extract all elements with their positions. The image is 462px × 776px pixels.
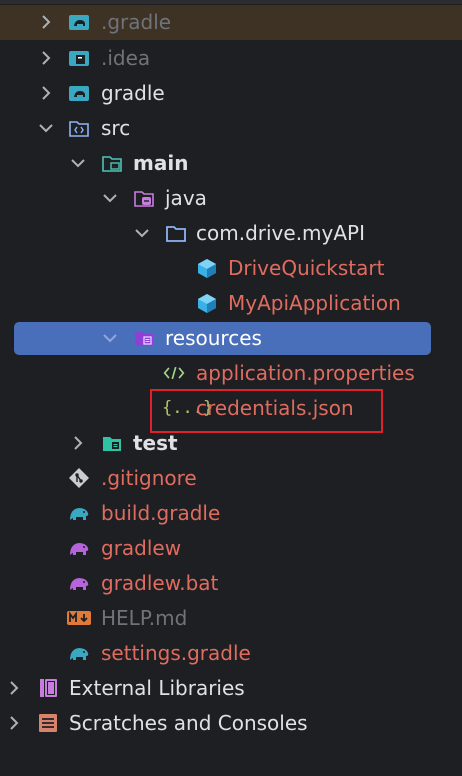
tree-label: src [101, 116, 131, 140]
tree-label: gradle [101, 81, 165, 105]
tree-item-build-gradle[interactable]: build.gradle [0, 496, 462, 531]
chevron-down-icon[interactable] [100, 328, 120, 348]
tree-item-scratches-and-consoles[interactable]: Scratches and Consoles [0, 706, 462, 741]
xml-tag-icon [163, 366, 185, 380]
java-class-icon [198, 294, 216, 313]
tree-item-src[interactable]: src [0, 111, 462, 146]
tree-label: .gitignore [101, 466, 197, 490]
tree-label: Scratches and Consoles [69, 711, 308, 735]
tree-label: application.properties [196, 361, 415, 385]
chevron-right-icon[interactable] [36, 83, 56, 103]
chevron-down-icon[interactable] [132, 223, 152, 243]
tree-item-gradle-dir[interactable]: .gradle [0, 5, 462, 40]
source-folder-icon [69, 121, 89, 137]
gradle-elephant-icon [70, 578, 89, 590]
tree-label: MyApiApplication [228, 291, 401, 315]
resources-folder-icon [135, 332, 153, 346]
tree-label: build.gradle [101, 501, 221, 525]
tree-item-java[interactable]: java [0, 181, 462, 216]
module-folder-icon [102, 156, 122, 172]
chevron-right-icon[interactable] [36, 48, 56, 68]
tree-item-main[interactable]: main [0, 146, 462, 181]
tree-item-package[interactable]: com.drive.myAPI [0, 216, 462, 251]
tree-label: gradlew.bat [101, 571, 219, 595]
java-class-icon [198, 259, 216, 278]
library-icon [40, 679, 57, 697]
tree-label: .idea [101, 46, 151, 70]
chevron-right-icon[interactable] [4, 678, 24, 698]
tree-item-resources[interactable]: resources [0, 321, 462, 356]
tree-item-drive-quickstart[interactable]: DriveQuickstart [0, 251, 462, 286]
tree-item-application-properties[interactable]: application.properties [0, 356, 462, 391]
tree-item-external-libraries[interactable]: External Libraries [0, 671, 462, 706]
chevron-right-icon[interactable] [68, 433, 88, 453]
tree-label: gradlew [101, 536, 182, 560]
tree-item-idea-dir[interactable]: .idea [0, 41, 462, 76]
tree-item-help-md[interactable]: HELP.md [0, 601, 462, 636]
tree-item-test[interactable]: test [0, 426, 462, 461]
tree-label: DriveQuickstart [228, 256, 385, 280]
tree-label: main [133, 151, 189, 175]
tree-label: .gradle [101, 10, 172, 34]
tree-label: External Libraries [69, 676, 245, 700]
markdown-icon [67, 611, 91, 625]
gradle-elephant-icon [70, 543, 89, 555]
tree-label: test [133, 431, 178, 455]
gradle-folder-icon [69, 15, 89, 30]
gradle-folder-icon [69, 86, 89, 101]
tree-label: settings.gradle [101, 641, 251, 665]
tree-label: HELP.md [101, 606, 188, 630]
tree-label: com.drive.myAPI [196, 221, 366, 245]
package-folder-icon [166, 226, 186, 242]
chevron-right-icon[interactable] [36, 12, 56, 32]
chevron-down-icon[interactable] [36, 118, 56, 138]
test-folder-icon [103, 437, 121, 451]
tree-item-my-api-application[interactable]: MyApiApplication [0, 286, 462, 321]
scratches-icon [39, 714, 57, 732]
gradle-elephant-icon [70, 648, 89, 660]
chevron-down-icon[interactable] [100, 188, 120, 208]
tree-label: java [165, 186, 207, 210]
chevron-down-icon[interactable] [68, 153, 88, 173]
chevron-right-icon[interactable] [4, 713, 24, 733]
tree-item-gitignore[interactable]: .gitignore [0, 461, 462, 496]
tree-item-gradlew-bat[interactable]: gradlew.bat [0, 566, 462, 601]
idea-folder-icon [69, 51, 89, 66]
tree-label: resources [165, 326, 262, 350]
tree-item-settings-gradle[interactable]: settings.gradle [0, 636, 462, 671]
tree-item-gradle[interactable]: gradle [0, 76, 462, 111]
gradle-elephant-icon [70, 508, 89, 520]
top-edge [0, 0, 462, 4]
java-source-folder-icon [134, 191, 154, 207]
git-icon [69, 468, 89, 488]
tree-item-gradlew[interactable]: gradlew [0, 531, 462, 566]
